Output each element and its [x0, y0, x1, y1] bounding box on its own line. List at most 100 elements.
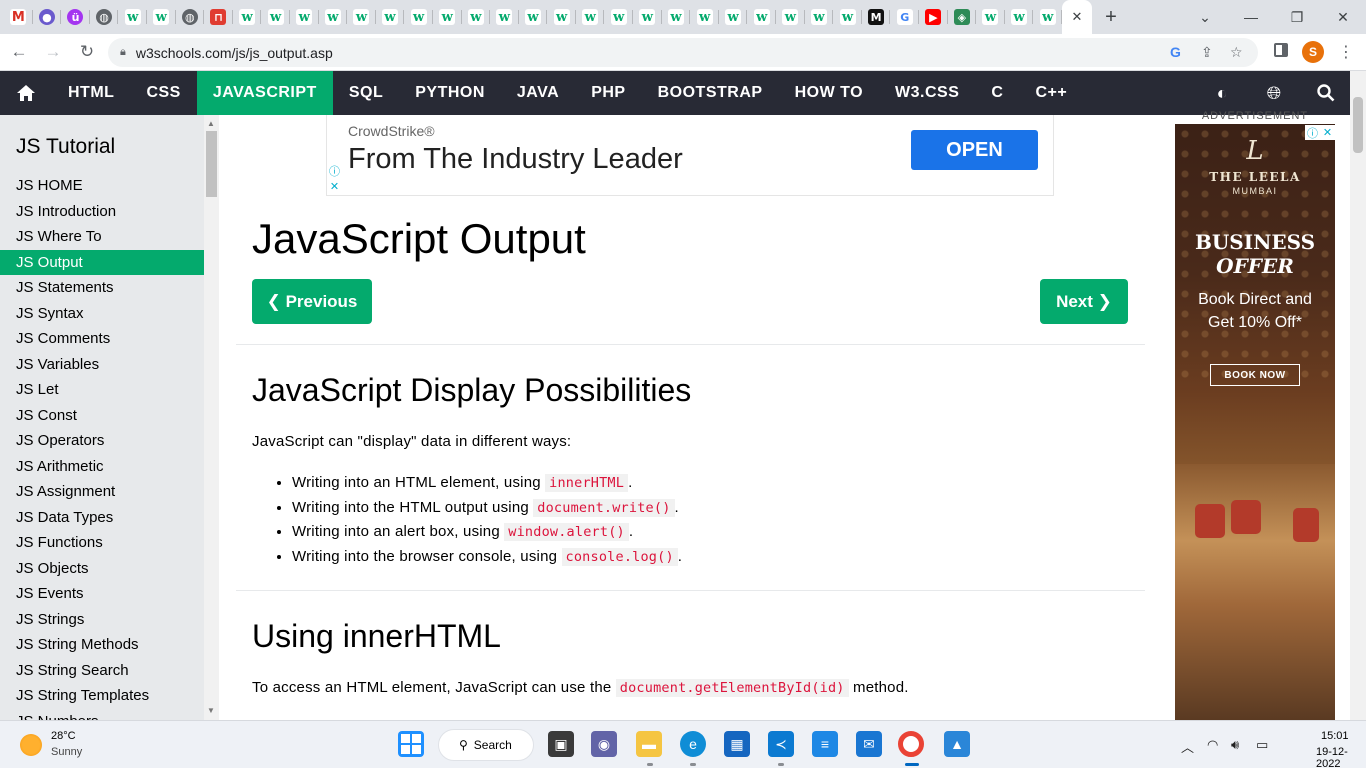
- nav-item-bootstrap[interactable]: BOOTSTRAP: [642, 71, 779, 115]
- browser-tab[interactable]: w: [776, 0, 805, 34]
- browser-tab[interactable]: w: [490, 0, 519, 34]
- sidebar-item-js-strings[interactable]: JS Strings: [0, 607, 204, 633]
- browser-tab[interactable]: w: [261, 0, 290, 34]
- next-button[interactable]: Next ❯: [1040, 279, 1128, 324]
- browser-tab[interactable]: w: [118, 0, 147, 34]
- reload-button[interactable]: ↻: [72, 37, 102, 67]
- wifi-icon[interactable]: ◠: [1207, 737, 1218, 753]
- forward-button[interactable]: →: [38, 37, 68, 67]
- minimize-button[interactable]: —: [1228, 0, 1274, 34]
- clock-time[interactable]: 15:01: [1321, 730, 1349, 742]
- lock-icon[interactable]: 🔒︎: [120, 46, 126, 59]
- browser-tab[interactable]: w: [462, 0, 491, 34]
- page-scroll-thumb[interactable]: [1353, 97, 1363, 153]
- browser-tab[interactable]: ▶: [919, 0, 948, 34]
- browser-tab[interactable]: w: [547, 0, 576, 34]
- browser-tab[interactable]: w: [576, 0, 605, 34]
- browser-tab[interactable]: ●: [33, 0, 62, 34]
- teams-chat-icon[interactable]: ◉: [591, 731, 617, 757]
- sidebar-item-js-string-templates[interactable]: JS String Templates: [0, 683, 204, 709]
- browser-tab[interactable]: w: [833, 0, 862, 34]
- sidebar-item-js-assignment[interactable]: JS Assignment: [0, 479, 204, 505]
- taskbar-search[interactable]: ⚲ Search: [438, 729, 534, 761]
- active-browser-tab[interactable]: ✕: [1061, 0, 1092, 34]
- browser-tab[interactable]: ◍: [176, 0, 205, 34]
- sidebar-item-js-home[interactable]: JS HOME: [0, 173, 204, 199]
- sidebar-item-js-variables[interactable]: JS Variables: [0, 352, 204, 378]
- new-tab-button[interactable]: +: [1092, 0, 1130, 34]
- chrome-icon[interactable]: [898, 731, 924, 757]
- browser-tab[interactable]: w: [519, 0, 548, 34]
- sidebar-item-js-where-to[interactable]: JS Where To: [0, 224, 204, 250]
- edge-icon[interactable]: e: [680, 731, 706, 757]
- chrome-menu-icon[interactable]: ⋮: [1338, 42, 1354, 62]
- browser-tab[interactable]: M: [862, 0, 891, 34]
- sidebar-item-js-comments[interactable]: JS Comments: [0, 326, 204, 352]
- volume-icon[interactable]: 🔊︎: [1231, 737, 1239, 753]
- page-scrollbar[interactable]: [1350, 71, 1366, 720]
- close-tab-icon[interactable]: ✕: [1072, 9, 1083, 25]
- sidebar-item-js-output[interactable]: JS Output: [0, 249, 204, 275]
- sidebar-item-js-const[interactable]: JS Const: [0, 403, 204, 429]
- clock-date[interactable]: 19-12-2022: [1316, 746, 1366, 768]
- browser-tab[interactable]: w: [690, 0, 719, 34]
- sidebar-item-js-numbers[interactable]: JS Numbers: [0, 709, 204, 721]
- browser-tab[interactable]: ü: [61, 0, 90, 34]
- sidebar-item-js-let[interactable]: JS Let: [0, 377, 204, 403]
- photos-icon[interactable]: ▲: [944, 731, 970, 757]
- sidebar-item-js-objects[interactable]: JS Objects: [0, 556, 204, 582]
- sidebar-item-js-data-types[interactable]: JS Data Types: [0, 505, 204, 531]
- home-icon[interactable]: [0, 71, 52, 115]
- sidebar-scroll-thumb[interactable]: [206, 131, 217, 197]
- browser-tab[interactable]: G: [890, 0, 919, 34]
- browser-tab[interactable]: w: [233, 0, 262, 34]
- sun-icon[interactable]: [20, 734, 42, 756]
- nav-item-java[interactable]: JAVA: [501, 71, 575, 115]
- sidebar-item-js-syntax[interactable]: JS Syntax: [0, 301, 204, 327]
- browser-tab[interactable]: w: [976, 0, 1005, 34]
- browser-tab[interactable]: w: [747, 0, 776, 34]
- close-window-button[interactable]: ✕: [1320, 0, 1366, 34]
- book-now-button[interactable]: BOOK NOW: [1210, 364, 1300, 386]
- browser-tab[interactable]: M: [4, 0, 33, 34]
- globe-icon[interactable]: 🌐︎: [1248, 71, 1300, 115]
- tray-chevron-icon[interactable]: ︿: [1181, 737, 1194, 756]
- dark-mode-icon[interactable]: ◐: [1196, 71, 1248, 115]
- nav-item-cpp[interactable]: C++: [1019, 71, 1083, 115]
- bookmark-star-icon[interactable]: ☆: [1230, 44, 1243, 61]
- browser-tab[interactable]: w: [433, 0, 462, 34]
- nav-item-python[interactable]: PYTHON: [399, 71, 501, 115]
- nav-item-w3-css[interactable]: W3.CSS: [879, 71, 975, 115]
- back-button[interactable]: ←: [4, 37, 34, 67]
- browser-tab[interactable]: w: [633, 0, 662, 34]
- right-advertisement[interactable]: L THE LEELA MUMBAI BUSINESS OFFER Book D…: [1175, 124, 1335, 720]
- browser-tab[interactable]: w: [376, 0, 405, 34]
- vscode-icon[interactable]: ≺: [768, 731, 794, 757]
- browser-tab[interactable]: w: [290, 0, 319, 34]
- previous-button[interactable]: ❮ Previous: [252, 279, 372, 324]
- notepad-icon[interactable]: ≡: [812, 731, 838, 757]
- ad-info-icon[interactable]: ⓘ: [327, 163, 342, 178]
- profile-avatar[interactable]: S: [1302, 41, 1324, 63]
- store-icon[interactable]: ▦: [724, 731, 750, 757]
- google-lens-icon[interactable]: G: [1170, 44, 1181, 60]
- nav-item-sql[interactable]: SQL: [333, 71, 399, 115]
- browser-tab[interactable]: w: [1005, 0, 1034, 34]
- sidebar-item-js-statements[interactable]: JS Statements: [0, 275, 204, 301]
- sidebar-item-js-string-search[interactable]: JS String Search: [0, 658, 204, 684]
- task-view-icon[interactable]: ▣: [548, 731, 574, 757]
- browser-tab[interactable]: ◍: [90, 0, 119, 34]
- tab-search-icon[interactable]: ⌄: [1182, 0, 1228, 34]
- maximize-button[interactable]: ❐: [1274, 0, 1320, 34]
- browser-tab[interactable]: w: [719, 0, 748, 34]
- side-panel-icon[interactable]: [1274, 43, 1288, 57]
- sidebar-item-js-operators[interactable]: JS Operators: [0, 428, 204, 454]
- nav-item-c[interactable]: C: [975, 71, 1019, 115]
- browser-tab[interactable]: w: [404, 0, 433, 34]
- ad-close-icon[interactable]: ✕: [1320, 125, 1335, 140]
- sidebar-item-js-introduction[interactable]: JS Introduction: [0, 199, 204, 225]
- file-explorer-icon[interactable]: ▬: [636, 731, 662, 757]
- sidebar-scrollbar[interactable]: ▲ ▼: [204, 115, 219, 720]
- scroll-up-arrow[interactable]: ▲: [207, 119, 215, 128]
- browser-tab[interactable]: w: [347, 0, 376, 34]
